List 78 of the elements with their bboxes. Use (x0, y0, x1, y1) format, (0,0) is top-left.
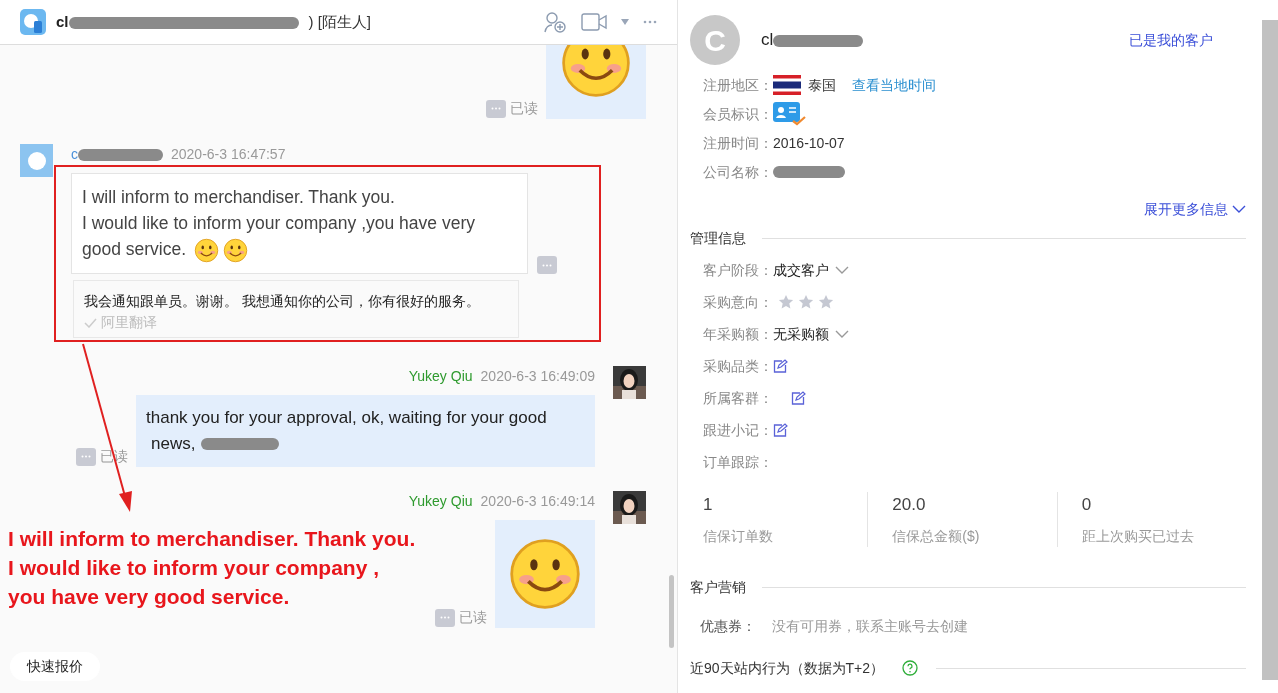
translation-text: 我会通知跟单员。谢谢。 我想通知你的公司，你有很好的服务。 (84, 292, 481, 311)
field-label: 所属客群： (703, 388, 773, 408)
annotation-text: you have very good service. (8, 584, 291, 610)
coupon-text: 没有可用券，联系主账号去创建 (772, 616, 968, 636)
redaction-mark (773, 166, 845, 178)
info-value: 泰国 (808, 75, 836, 95)
customer-status-link[interactable]: 已是我的客户 (1129, 29, 1213, 51)
message-time: 2020-6-3 16:47:57 (171, 145, 286, 165)
stat-label: 信保订单数 (703, 526, 774, 546)
field-label: 订单跟踪： (703, 452, 773, 472)
coupon-label: 优惠券： (700, 616, 757, 636)
edit-icon[interactable] (773, 423, 788, 437)
profile-name: cl (761, 27, 864, 53)
stat-value: 0 (1081, 494, 1093, 516)
chevron-down-icon[interactable] (1232, 205, 1246, 214)
check-icon (84, 317, 97, 328)
annotation-text: I would like to inform your company , (8, 555, 381, 581)
edit-icon[interactable] (773, 359, 788, 373)
help-icon[interactable] (902, 660, 919, 676)
scrollbar[interactable] (669, 575, 674, 648)
smiley-sticker (560, 45, 632, 100)
edit-icon[interactable] (791, 391, 806, 405)
stat-label: 信保总金额($) (892, 526, 981, 546)
field-label: 采购意向： (703, 292, 773, 312)
local-time-link[interactable]: 查看当地时间 (852, 74, 936, 96)
section-title: 客户营销 (690, 577, 746, 597)
info-label: 公司名称： (703, 162, 773, 182)
scrollbar[interactable] (1262, 20, 1278, 680)
add-contact-icon[interactable] (543, 10, 567, 34)
message-text: news, (151, 433, 196, 455)
info-label: 会员标识： (703, 104, 773, 124)
info-label: 注册地区： (703, 75, 773, 95)
more-icon[interactable] (486, 99, 506, 118)
field-value[interactable]: 无采购额 (773, 323, 829, 345)
message-time: 2020-6-3 16:49:09 (480, 367, 595, 386)
stat-value: 20.0 (892, 494, 927, 516)
quick-quote-button[interactable]: 快速报价 (10, 652, 100, 681)
translation-source: 阿里翻译 (101, 313, 157, 332)
section-title: 近90天站内行为（数据为T+2） (690, 658, 885, 678)
star-icon[interactable] (818, 294, 834, 310)
stat-value: 1 (703, 494, 714, 516)
info-label: 注册时间： (703, 133, 773, 153)
app-logo-icon (20, 9, 46, 35)
chat-title: cl (56, 10, 299, 34)
more-icon[interactable] (643, 20, 657, 24)
sender-name: Yukey Qiu (408, 367, 473, 386)
field-label: 客户阶段： (703, 260, 773, 280)
chevron-down-icon[interactable] (835, 329, 849, 339)
field-label: 年采购额： (703, 324, 773, 344)
star-icon[interactable] (778, 294, 794, 310)
more-icon[interactable] (435, 608, 455, 627)
message-time: 2020-6-3 16:49:14 (480, 492, 595, 511)
message-text: thank you for your approval, ok, waiting for your good (146, 407, 547, 429)
message-text: I will inform to merchandiser. Thank you. (82, 186, 396, 210)
field-label: 采购品类： (703, 356, 773, 376)
video-icon[interactable] (581, 13, 607, 31)
message-text: I would like to inform your company ,you have very good service. (82, 210, 517, 263)
contact-avatar[interactable] (20, 144, 53, 178)
more-icon[interactable] (76, 447, 96, 466)
dropdown-icon[interactable] (621, 19, 629, 25)
more-icon[interactable] (537, 256, 557, 274)
section-title: 管理信息 (690, 229, 746, 248)
star-icon[interactable] (798, 294, 814, 310)
field-label: 跟进小记： (703, 420, 773, 440)
chat-subtitle: ) [陌生人] (308, 11, 371, 32)
annotation-text: I will inform to merchandiser. Thank you. (8, 526, 416, 552)
star-rating[interactable] (778, 294, 834, 310)
stat-label: 距上次购买已过去 (1081, 526, 1195, 546)
expand-link[interactable]: 展开更多信息 (1144, 199, 1228, 220)
field-value[interactable]: 成交客户 (773, 259, 829, 281)
flag-icon (773, 75, 801, 95)
member-badge-icon (773, 102, 806, 126)
chevron-down-icon[interactable] (835, 265, 849, 275)
info-value: 2016-10-07 (773, 133, 845, 153)
sender-name: Yukey Qiu (408, 492, 473, 511)
smiley-emoji (194, 238, 220, 263)
smiley-emoji (223, 238, 249, 263)
sender-name: c (71, 144, 163, 166)
